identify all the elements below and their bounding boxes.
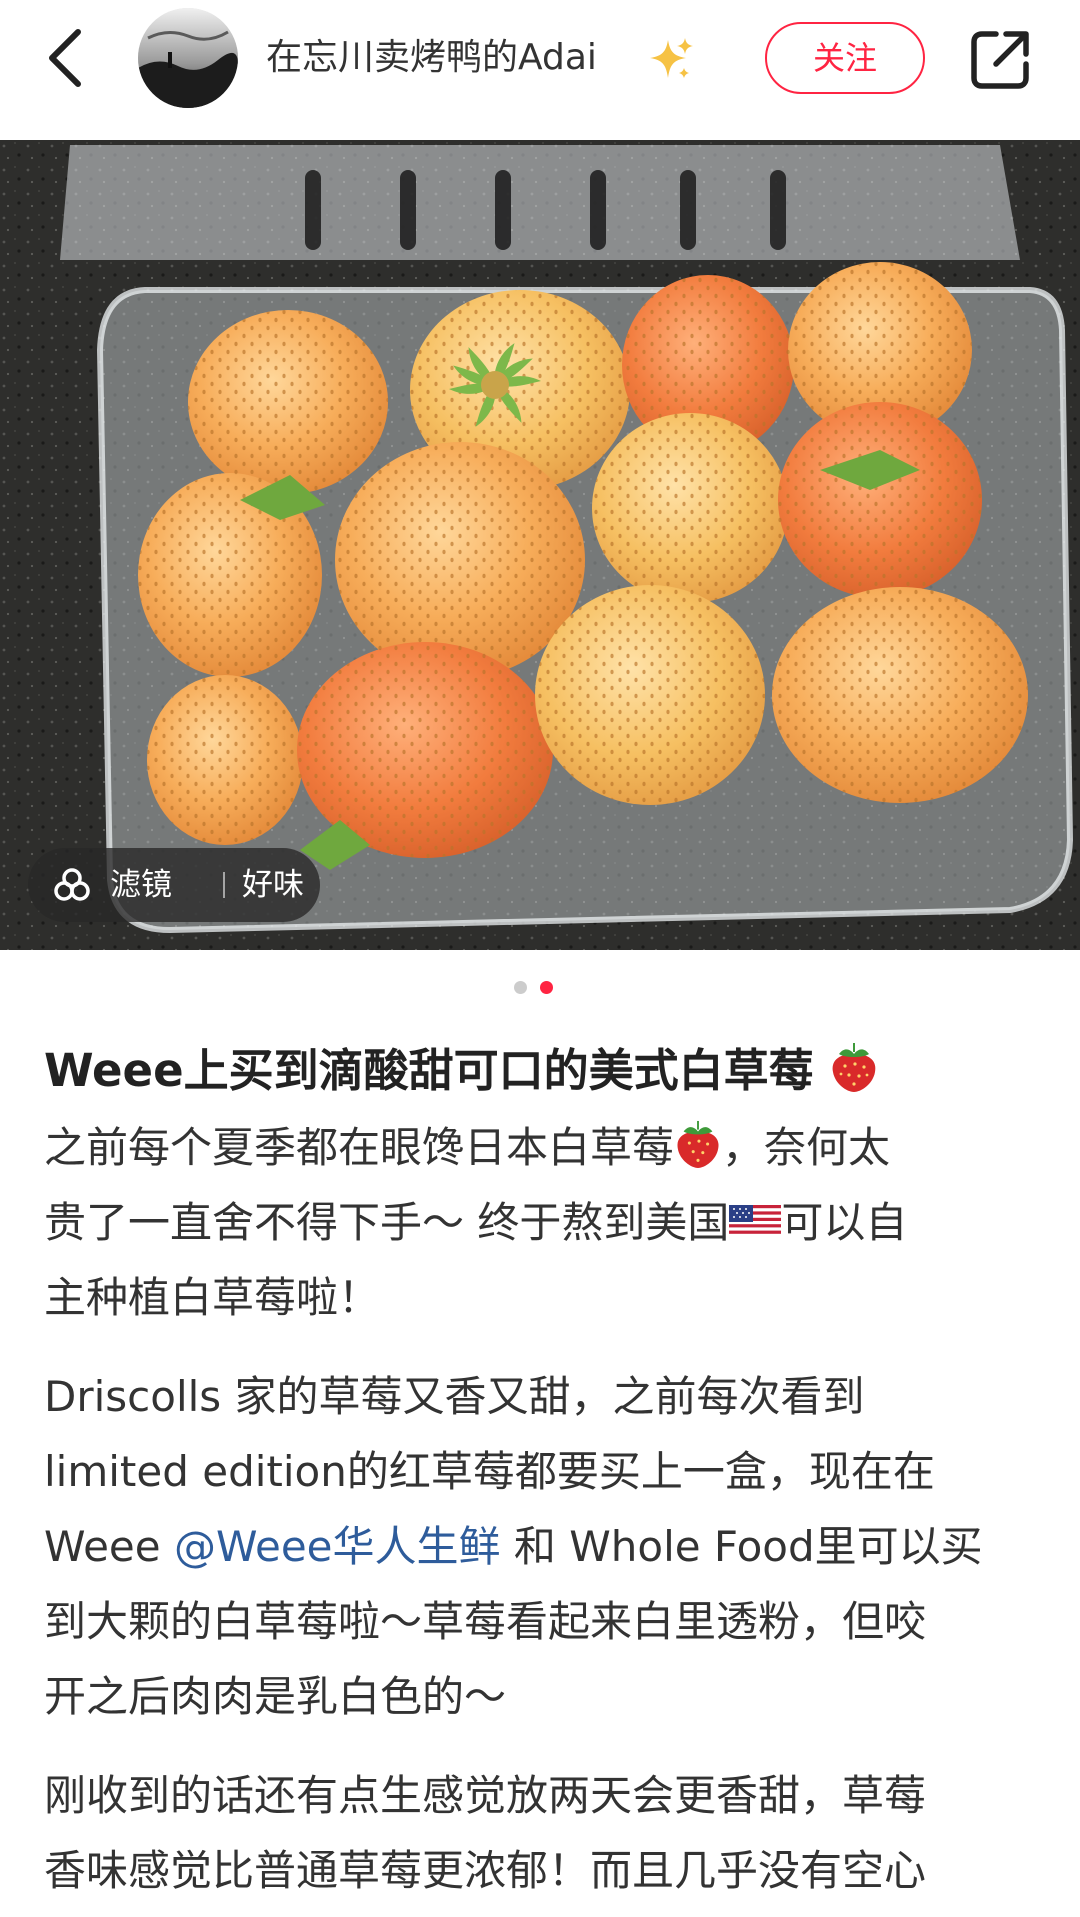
p2-line-5: 开之后肉肉是乳白色的～ — [44, 1672, 507, 1721]
filter-badge[interactable]: 滤镜 好味 — [28, 848, 320, 922]
pager-dot-1[interactable] — [514, 981, 527, 994]
p1-line-3: 主种植白草莓啦！ — [44, 1273, 381, 1322]
strawberries-photo — [0, 140, 1080, 950]
strawberry-emoji-icon — [677, 1120, 719, 1168]
share-icon — [971, 31, 1029, 89]
post-title-text: Weee上买到滴酸甜可口的美式白草莓 — [44, 1044, 814, 1097]
post-image[interactable] — [0, 140, 1080, 950]
p2-line-4: 到大颗的白草莓啦～草莓看起来白里透粉，但咬 — [44, 1597, 927, 1646]
post-content: Weee上买到滴酸甜可口的美式白草莓 之前每个夏季都在眼馋日本白草莓 ，奈何太 … — [44, 1032, 1044, 1908]
filter-label: 滤镜 — [110, 867, 172, 903]
share-button[interactable] — [968, 28, 1032, 92]
p1-line-1: 之前每个夏季都在眼馋日本白草莓 — [44, 1123, 675, 1172]
us-flag-emoji-icon — [729, 1205, 782, 1237]
avatar[interactable] — [138, 8, 238, 108]
paragraph-1: 之前每个夏季都在眼馋日本白草莓 ，奈何太 贵了一直舍不得下手～ 终于熬到美国 可… — [44, 1110, 1044, 1335]
image-pager — [0, 978, 1080, 996]
p2-line-1: Driscolls 家的草莓又香又甜，之前每次看到 — [44, 1372, 865, 1421]
p1-line-1-end: ，奈何太 — [722, 1123, 891, 1172]
follow-button[interactable]: 关注 — [765, 22, 925, 94]
p1-line-2: 贵了一直舍不得下手～ 终于熬到美国 — [44, 1198, 730, 1247]
avatar-image — [138, 8, 238, 108]
p2-line-3-end: 和 Whole Food里可以买 — [500, 1522, 983, 1571]
note-detail-page: 在忘川卖烤鸭的Adai 关注 滤镜 好味 Weee上买到滴酸甜可口的美式白草莓 … — [0, 0, 1080, 1917]
pager-dot-2[interactable] — [540, 981, 553, 994]
filter-icon — [54, 868, 90, 901]
p3-line-1: 刚收到的话还有点生感觉放两天会更香甜，草莓 — [44, 1771, 927, 1820]
post-title: Weee上买到滴酸甜可口的美式白草莓 — [44, 1032, 1044, 1110]
strawberry-emoji-icon — [832, 1043, 876, 1092]
back-button[interactable] — [40, 22, 96, 94]
p2-line-3-start: Weee — [44, 1522, 174, 1571]
p2-line-2: limited edition的红草莓都要买上一盒，现在在 — [44, 1447, 935, 1496]
filter-divider — [223, 872, 225, 898]
top-bar: 在忘川卖烤鸭的Adai 关注 — [0, 0, 1080, 140]
filter-name: 好味 — [242, 867, 304, 903]
p1-line-2-end: 可以自 — [781, 1198, 908, 1247]
author-name[interactable]: 在忘川卖烤鸭的Adai — [266, 30, 597, 86]
p3-line-2: 香味感觉比普通草莓更浓郁！而且几乎没有空心 — [44, 1846, 927, 1895]
chevron-left-icon — [49, 29, 81, 87]
mention-link[interactable]: @Weee华人生鲜 — [174, 1522, 501, 1571]
sparkles-emoji-icon — [650, 38, 693, 78]
paragraph-3: 刚收到的话还有点生感觉放两天会更香甜，草莓 香味感觉比普通草莓更浓郁！而且几乎没… — [44, 1758, 1044, 1908]
paragraph-2: Driscolls 家的草莓又香又甜，之前每次看到 limited editio… — [44, 1359, 1044, 1734]
